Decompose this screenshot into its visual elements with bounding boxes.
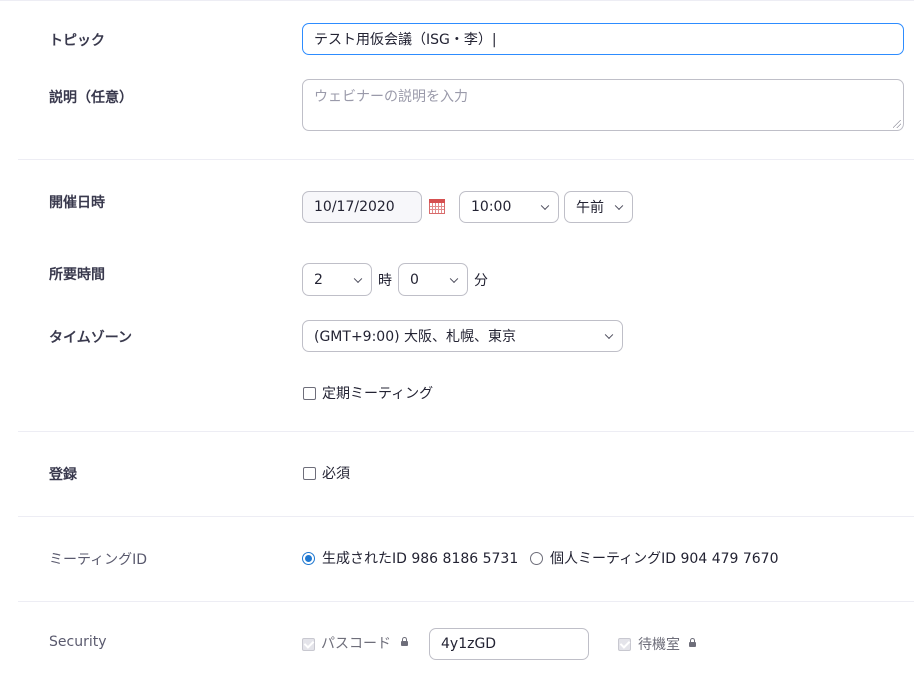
chevron-down-icon xyxy=(449,274,459,283)
hours-unit: 時 xyxy=(378,273,392,289)
generated-id-label: 生成されたID 986 8186 5731 xyxy=(322,551,519,567)
topic-label: トピック xyxy=(49,33,105,49)
description-placeholder: ウェビナーの説明を入力 xyxy=(314,89,468,105)
timezone-select[interactable]: (GMT+9:00) 大阪、札幌、東京 xyxy=(302,320,623,352)
meeting-id-label: ミーティングID xyxy=(49,552,148,568)
duration-label: 所要時間 xyxy=(49,267,105,283)
chevron-down-icon xyxy=(614,201,624,211)
top-divider xyxy=(0,0,914,1)
duration-minutes-value: 0 xyxy=(410,271,419,288)
when-label: 開催日時 xyxy=(49,195,105,211)
passcode-label: パスコード xyxy=(321,636,391,652)
time-select[interactable]: 10:00 xyxy=(459,191,559,223)
description-label: 説明（任意） xyxy=(49,90,133,106)
lock-icon xyxy=(689,638,696,647)
personal-id-label: 個人ミーティングID 904 479 7670 xyxy=(550,551,779,567)
registration-required-checkbox[interactable] xyxy=(303,467,316,480)
chevron-down-icon xyxy=(540,201,550,211)
passcode-checkbox xyxy=(302,638,315,651)
timezone-label: タイムゾーン xyxy=(49,330,133,346)
ampm-select[interactable]: 午前 xyxy=(564,191,633,223)
section-divider xyxy=(18,601,914,602)
passcode-input[interactable]: 4y1zGD xyxy=(429,628,589,660)
security-label: Security xyxy=(49,634,107,650)
topic-input[interactable]: テスト用仮会議（ISG・李）| xyxy=(302,23,904,55)
topic-input-value: テスト用仮会議（ISG・李）| xyxy=(314,32,497,48)
waiting-room-label: 待機室 xyxy=(638,637,680,653)
waiting-room-checkbox xyxy=(618,638,631,651)
duration-minutes-select[interactable]: 0 xyxy=(398,263,468,296)
recurring-label: 定期ミーティング xyxy=(322,386,434,402)
duration-hours-value: 2 xyxy=(314,271,323,288)
resize-handle-icon[interactable] xyxy=(893,120,901,128)
section-divider xyxy=(18,159,914,160)
lock-icon xyxy=(401,637,408,646)
ampm-value: 午前 xyxy=(576,200,604,216)
section-divider xyxy=(18,516,914,517)
date-value: 10/17/2020 xyxy=(314,199,395,215)
chevron-down-icon xyxy=(353,274,363,283)
chevron-down-icon xyxy=(604,330,614,340)
personal-id-radio[interactable] xyxy=(530,552,543,565)
section-divider xyxy=(18,431,914,432)
date-input[interactable]: 10/17/2020 xyxy=(302,191,422,223)
passcode-value: 4y1zGD xyxy=(441,636,497,652)
registration-required-label: 必須 xyxy=(322,466,350,482)
duration-hours-select[interactable]: 2 xyxy=(302,263,372,296)
time-value: 10:00 xyxy=(471,199,512,215)
timezone-value: (GMT+9:00) 大阪、札幌、東京 xyxy=(314,329,517,345)
minutes-unit: 分 xyxy=(474,273,488,289)
registration-label: 登録 xyxy=(49,467,77,483)
calendar-icon[interactable] xyxy=(429,199,445,214)
recurring-checkbox[interactable] xyxy=(303,387,316,400)
generated-id-radio[interactable] xyxy=(302,552,315,565)
description-textarea[interactable]: ウェビナーの説明を入力 xyxy=(302,79,904,131)
